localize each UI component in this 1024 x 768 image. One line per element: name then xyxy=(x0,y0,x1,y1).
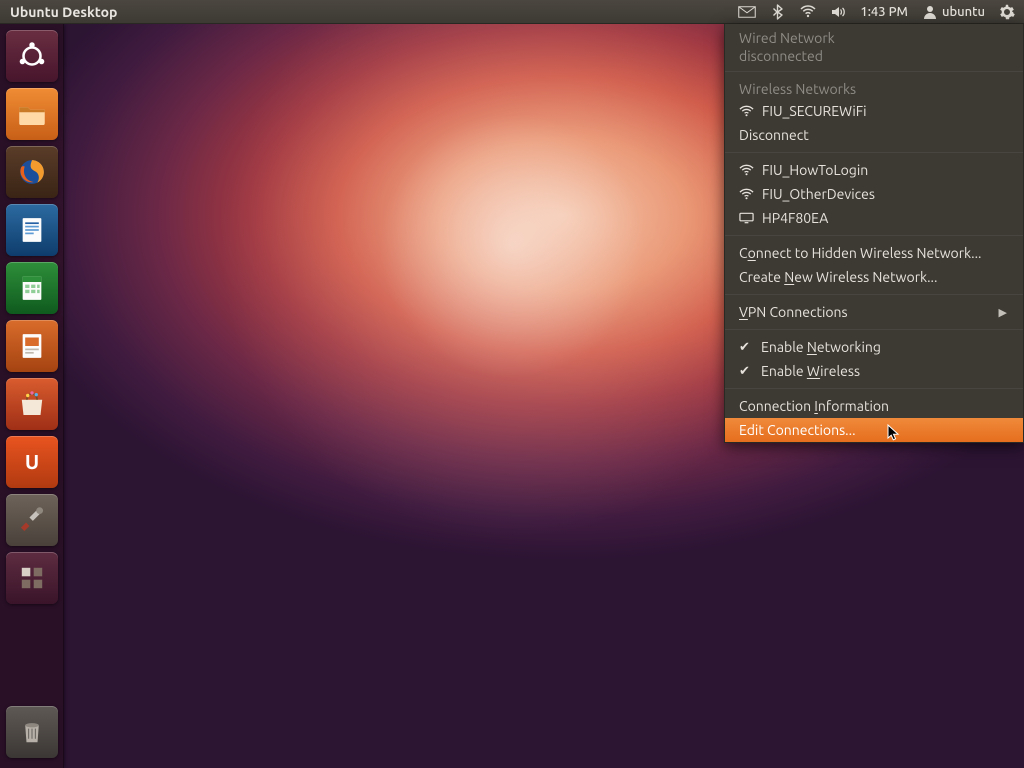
menu-edit-connections[interactable]: Edit Connections... xyxy=(725,418,1023,442)
menu-wifi-option-1[interactable]: FIU_OtherDevices xyxy=(725,182,1023,206)
check-icon: ✔ xyxy=(739,340,753,355)
launcher-dash[interactable] xyxy=(6,30,58,82)
folder-icon xyxy=(15,97,49,131)
wifi-icon xyxy=(739,188,754,200)
document-text-icon xyxy=(15,213,49,247)
menu-disconnect[interactable]: Disconnect xyxy=(725,123,1023,147)
check-icon: ✔ xyxy=(739,364,753,379)
indicator-area: 1:43 PM ubuntu xyxy=(735,0,1024,24)
launcher-software-center[interactable] xyxy=(6,378,58,430)
top-panel: Ubuntu Desktop 1:43 PM ubuntu xyxy=(0,0,1024,24)
panel-title: Ubuntu Desktop xyxy=(0,4,127,20)
wifi-icon xyxy=(800,4,816,20)
wifi-icon xyxy=(739,164,754,176)
menu-wifi-option-2[interactable]: HP4F80EA xyxy=(725,206,1023,230)
presentation-icon xyxy=(15,329,49,363)
firefox-icon xyxy=(15,155,49,189)
launcher-trash[interactable] xyxy=(6,706,58,758)
shopping-bag-icon xyxy=(15,387,49,421)
ubuntu-one-icon: U xyxy=(15,445,49,479)
menu-separator xyxy=(725,329,1023,330)
launcher-firefox[interactable] xyxy=(6,146,58,198)
menu-separator xyxy=(725,235,1023,236)
workspaces-icon xyxy=(15,561,49,595)
svg-text:U: U xyxy=(25,450,39,473)
trash-icon xyxy=(15,715,49,749)
wifi-connected-name: FIU_SECUREWiFi xyxy=(762,103,1009,119)
monitor-icon xyxy=(739,212,754,224)
ubuntu-logo-icon xyxy=(15,39,49,73)
launcher-impress[interactable] xyxy=(6,320,58,372)
menu-separator xyxy=(725,294,1023,295)
user-name: ubuntu xyxy=(942,5,985,19)
bluetooth-indicator[interactable] xyxy=(767,0,789,24)
menu-separator xyxy=(725,71,1023,72)
clock-indicator[interactable]: 1:43 PM xyxy=(857,0,911,24)
menu-wifi-connected[interactable]: FIU_SECUREWiFi xyxy=(725,99,1023,123)
wired-status: disconnected xyxy=(725,48,1023,66)
clock-text: 1:43 PM xyxy=(860,5,908,19)
launcher-calc[interactable] xyxy=(6,262,58,314)
sound-indicator[interactable] xyxy=(827,0,849,24)
menu-connection-info[interactable]: Connection Information xyxy=(725,394,1023,418)
gear-icon xyxy=(999,4,1015,20)
launcher-writer[interactable] xyxy=(6,204,58,256)
wired-header: Wired Network xyxy=(725,24,1023,48)
launcher-ubuntu-one[interactable]: U xyxy=(6,436,58,488)
launcher-system-settings[interactable] xyxy=(6,494,58,546)
wireless-header: Wireless Networks xyxy=(725,77,1023,99)
user-icon xyxy=(922,4,938,20)
mouse-cursor-icon xyxy=(887,424,901,442)
menu-separator xyxy=(725,388,1023,389)
session-indicator[interactable] xyxy=(996,0,1018,24)
wrench-screwdriver-icon xyxy=(15,503,49,537)
wifi-icon xyxy=(739,105,754,117)
mail-indicator[interactable] xyxy=(735,0,759,24)
network-indicator[interactable] xyxy=(797,0,819,24)
volume-icon xyxy=(830,4,846,20)
user-indicator[interactable]: ubuntu xyxy=(919,0,988,24)
launcher-workspace-switcher[interactable] xyxy=(6,552,58,604)
menu-vpn[interactable]: VPN Connections ▶ xyxy=(725,300,1023,324)
submenu-arrow-icon: ▶ xyxy=(999,306,1007,319)
bluetooth-icon xyxy=(770,4,786,20)
menu-connect-hidden[interactable]: Connect to Hidden Wireless Network... xyxy=(725,241,1023,265)
network-menu: Wired Network disconnected Wireless Netw… xyxy=(724,24,1024,443)
menu-enable-networking[interactable]: ✔ Enable Networking xyxy=(725,335,1023,359)
menu-create-new[interactable]: Create New Wireless Network... xyxy=(725,265,1023,289)
unity-launcher: U xyxy=(0,24,64,768)
mail-icon xyxy=(738,5,756,19)
menu-separator xyxy=(725,152,1023,153)
menu-enable-wireless[interactable]: ✔ Enable Wireless xyxy=(725,359,1023,383)
spreadsheet-icon xyxy=(15,271,49,305)
menu-wifi-option-0[interactable]: FIU_HowToLogin xyxy=(725,158,1023,182)
launcher-files[interactable] xyxy=(6,88,58,140)
